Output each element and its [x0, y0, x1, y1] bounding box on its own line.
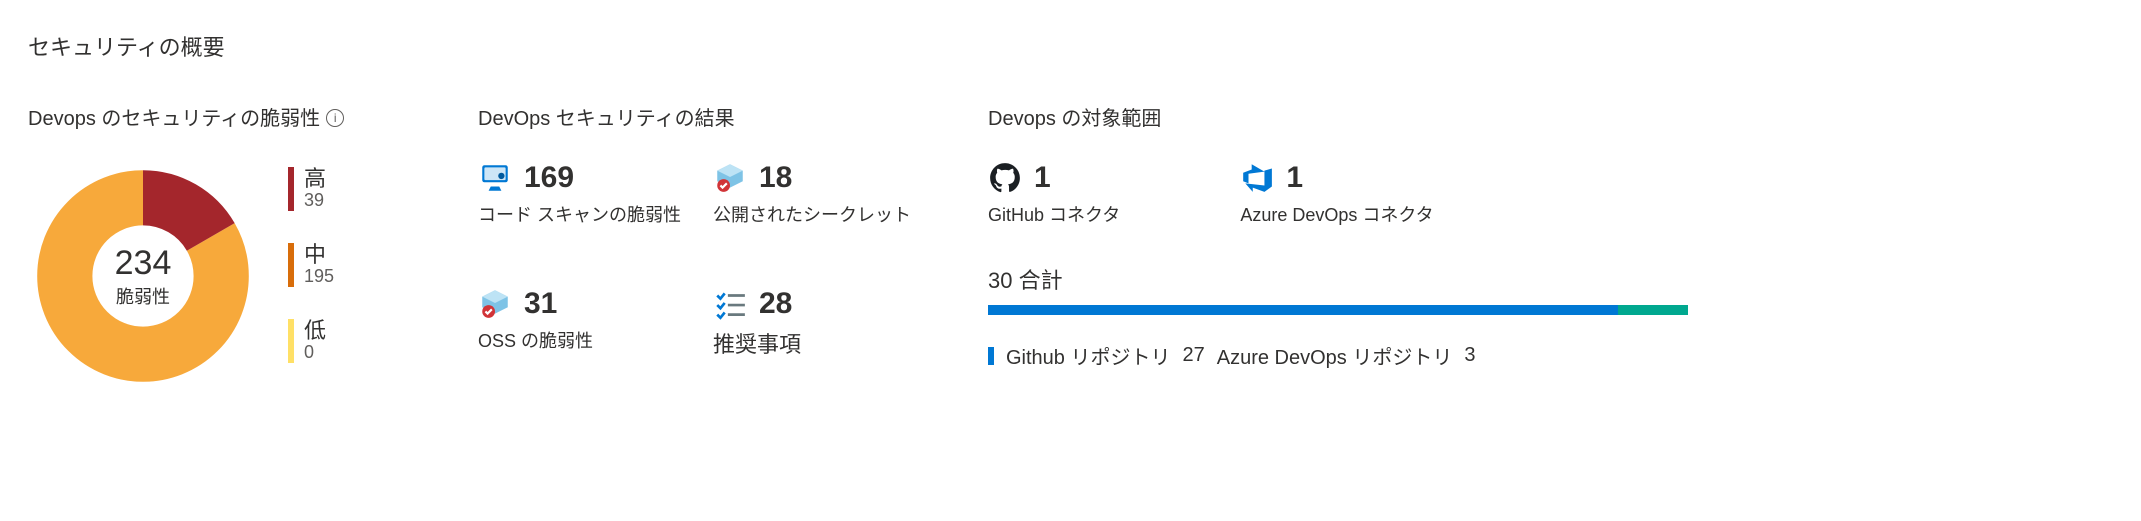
- legend-swatch-low: [288, 319, 294, 363]
- scope-title-text: Devops の対象範囲: [988, 102, 1161, 131]
- legend-name-high: 高: [304, 167, 326, 191]
- azure-devops-icon: [1240, 161, 1274, 195]
- donut-legend: 高 39 中 195 低 0: [288, 167, 334, 363]
- legend-item-high[interactable]: 高 39: [288, 167, 334, 211]
- info-icon[interactable]: i: [326, 109, 344, 127]
- legend-ado-value: 3: [1464, 344, 1475, 367]
- scope-bar-legend: Github リポジトリ 27 Azure DevOps リポジトリ 3: [988, 341, 1688, 370]
- results-grid: 169 コード スキャンの脆弱性 18 公開されたシークレット: [478, 161, 928, 359]
- legend-value-low: 0: [304, 343, 326, 363]
- scope-total-count: 30: [988, 268, 1012, 293]
- legend-value-medium: 195: [304, 267, 334, 287]
- donut-total-label: 脆弱性: [116, 283, 170, 309]
- scope-total: 30 合計: [988, 263, 1688, 295]
- scope-ado-label: Azure DevOps コネクタ: [1240, 201, 1433, 227]
- cube-alert-icon: [713, 161, 747, 195]
- metric-exposed-secrets-label: 公開されたシークレット: [713, 201, 928, 227]
- donut-with-legend: 234 脆弱性 高 39 中 195: [28, 161, 418, 391]
- metric-exposed-secrets-value: 18: [759, 161, 792, 195]
- scope-panel: Devops の対象範囲 1 GitHub コネクタ 1: [988, 102, 1688, 370]
- donut-chart: 234 脆弱性: [28, 161, 258, 391]
- github-icon: [988, 161, 1022, 195]
- metric-oss-vuln[interactable]: 31 OSS の脆弱性: [478, 287, 693, 359]
- metric-code-scan[interactable]: 169 コード スキャンの脆弱性: [478, 161, 693, 227]
- scope-github[interactable]: 1 GitHub コネクタ: [988, 161, 1120, 227]
- legend-item-medium[interactable]: 中 195: [288, 243, 334, 287]
- metric-recommendations[interactable]: 28 推奨事項: [713, 287, 928, 359]
- vuln-title-text: Devops のセキュリティの脆弱性: [28, 102, 320, 131]
- donut-total: 234: [115, 244, 172, 283]
- metric-oss-value: 31: [524, 287, 557, 321]
- scope-total-label: 合計: [1019, 268, 1063, 293]
- legend-name-low: 低: [304, 319, 326, 343]
- scope-section-title: Devops の対象範囲: [988, 102, 1688, 131]
- code-scan-icon: [478, 161, 512, 195]
- legend-swatch-high: [288, 167, 294, 211]
- scope-github-value: 1: [1034, 161, 1051, 195]
- results-title-text: DevOps セキュリティの結果: [478, 102, 735, 131]
- legend-ado-label: Azure DevOps リポジトリ: [1217, 341, 1453, 370]
- metric-recs-label: 推奨事項: [713, 327, 928, 359]
- scope-azure-devops[interactable]: 1 Azure DevOps コネクタ: [1240, 161, 1433, 227]
- scope-github-label: GitHub コネクタ: [988, 201, 1120, 227]
- legend-swatch-medium: [288, 243, 294, 287]
- page-title: セキュリティの概要: [28, 30, 2113, 62]
- checklist-icon: [713, 287, 747, 321]
- metric-oss-label: OSS の脆弱性: [478, 327, 693, 353]
- legend-item-low[interactable]: 低 0: [288, 319, 334, 363]
- legend-value-high: 39: [304, 191, 326, 211]
- donut-center: 234 脆弱性: [28, 161, 258, 391]
- cube-alert-icon: [478, 287, 512, 321]
- metric-code-scan-value: 169: [524, 161, 574, 195]
- metric-exposed-secrets[interactable]: 18 公開されたシークレット: [713, 161, 928, 227]
- dashboard-columns: Devops のセキュリティの脆弱性 i 234 脆弱性 高: [28, 102, 2113, 391]
- legend-name-medium: 中: [304, 243, 334, 267]
- results-section-title: DevOps セキュリティの結果: [478, 102, 928, 131]
- legend-chip-github: [988, 347, 994, 365]
- scope-ado-value: 1: [1286, 161, 1303, 195]
- vuln-section-title: Devops のセキュリティの脆弱性 i: [28, 102, 418, 131]
- scope-connectors: 1 GitHub コネクタ 1 Azure DevOps コネクタ: [988, 161, 1688, 227]
- metric-code-scan-label: コード スキャンの脆弱性: [478, 201, 693, 227]
- results-panel: DevOps セキュリティの結果 169 コード スキャンの脆弱性 18: [478, 102, 928, 359]
- bar-segment-github[interactable]: [988, 305, 1618, 315]
- legend-github-value: 27: [1182, 344, 1204, 367]
- vulnerabilities-panel: Devops のセキュリティの脆弱性 i 234 脆弱性 高: [28, 102, 418, 391]
- metric-recs-value: 28: [759, 287, 792, 321]
- scope-stacked-bar: [988, 305, 1688, 315]
- legend-github-label: Github リポジトリ: [1006, 341, 1170, 370]
- bar-segment-ado[interactable]: [1618, 305, 1688, 315]
